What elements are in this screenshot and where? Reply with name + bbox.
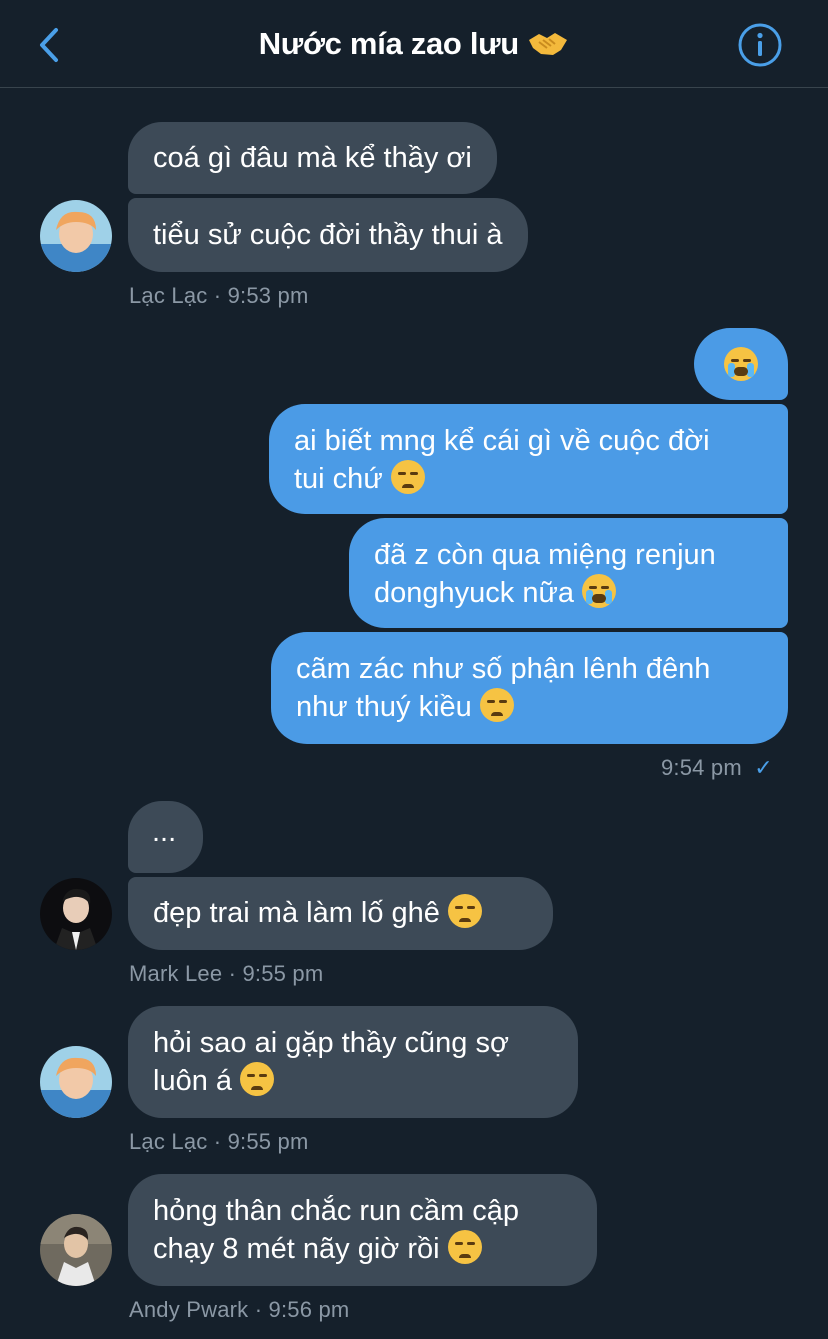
pensive-face-icon (240, 1062, 275, 1096)
chat-header: Nước mía zao lưu (0, 0, 828, 88)
loudly-crying-face-icon (724, 347, 758, 381)
incoming-message[interactable]: hỏi sao ai gặp thầy cũng sợ luôn á (128, 1006, 578, 1118)
chat-title[interactable]: Nước mía zao lưu (0, 26, 828, 62)
outgoing-message[interactable]: ai biết mng kể cái gì về cuộc đời tui ch… (269, 404, 788, 514)
outgoing-message[interactable]: cãm zác như số phận lênh đênh như thuý k… (271, 632, 788, 744)
incoming-message[interactable]: hỏng thân chắc run cầm cập chạy 8 mét nã… (128, 1174, 597, 1286)
avatar[interactable] (40, 878, 112, 950)
handshake-emoji-icon (529, 33, 568, 55)
avatar-lac-lac-icon (40, 1046, 112, 1118)
crying-face-icon (390, 460, 425, 494)
outgoing-message[interactable]: đã z còn qua miệng renjun donghyuck nữa (349, 518, 788, 628)
pensive-face-icon (447, 1230, 482, 1264)
message-meta: Mark Lee · 9:55 pm (129, 961, 324, 986)
incoming-message[interactable]: ... (128, 801, 203, 873)
avatar-mark-lee-icon (40, 878, 112, 950)
incoming-message[interactable]: tiểu sử cuộc đời thầy thui à (128, 198, 528, 272)
avatar[interactable] (40, 200, 112, 272)
incoming-message[interactable]: đẹp trai mà làm lố ghê (128, 877, 553, 950)
info-button[interactable] (737, 22, 783, 68)
pensive-face-icon (479, 688, 514, 722)
avatar[interactable] (40, 1046, 112, 1118)
read-check-icon: ✓ (754, 755, 773, 780)
message-meta: 9:54 pm ✓ (661, 755, 773, 780)
outgoing-message[interactable] (694, 328, 788, 400)
message-meta: Lạc Lạc · 9:53 pm (129, 283, 309, 308)
pensive-face-icon (448, 894, 482, 928)
info-icon (738, 23, 782, 67)
avatar[interactable] (40, 1214, 112, 1286)
message-meta: Lạc Lạc · 9:55 pm (129, 1129, 309, 1154)
message-meta: Andy Pwark · 9:56 pm (129, 1297, 350, 1322)
avatar-lac-lac-icon (40, 200, 112, 272)
avatar-andy-pwark-icon (40, 1214, 112, 1286)
loudly-crying-face-icon (582, 574, 617, 608)
incoming-message[interactable]: coá gì đâu mà kể thầy ơi (128, 122, 497, 194)
